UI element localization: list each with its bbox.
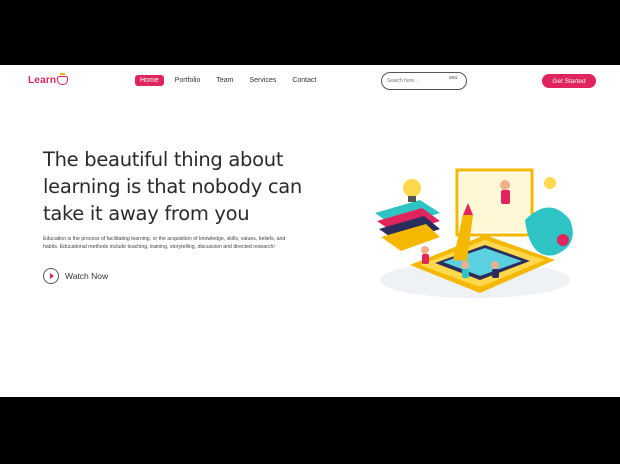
nav-item-home[interactable]: Home <box>135 75 164 86</box>
main-nav: Home Portfolio Team Services Contact <box>135 75 321 86</box>
nav-item-services[interactable]: Services <box>245 75 282 86</box>
hero-title: The beautiful thing about learning is th… <box>43 148 302 225</box>
get-started-button[interactable]: Get Started <box>542 74 596 88</box>
hero-description: Education is the process of facilitating… <box>43 236 286 250</box>
watch-now-button[interactable]: Watch Now <box>43 268 108 284</box>
nav-item-contact[interactable]: Contact <box>287 75 321 86</box>
search-box: sea <box>381 72 467 90</box>
nav-item-portfolio[interactable]: Portfolio <box>170 75 206 86</box>
education-illustration <box>375 168 573 298</box>
search-icon[interactable]: sea <box>449 75 461 81</box>
watch-now-label: Watch Now <box>65 271 109 281</box>
search-input[interactable] <box>387 78 445 84</box>
logo[interactable]: Learn <box>28 73 69 86</box>
graduation-cap-icon <box>57 73 69 85</box>
logo-text: Learn <box>28 75 57 86</box>
play-icon[interactable] <box>43 268 59 284</box>
nav-item-team[interactable]: Team <box>211 75 238 86</box>
page: Learn Home Portfolio Team Services Conta… <box>0 65 620 397</box>
